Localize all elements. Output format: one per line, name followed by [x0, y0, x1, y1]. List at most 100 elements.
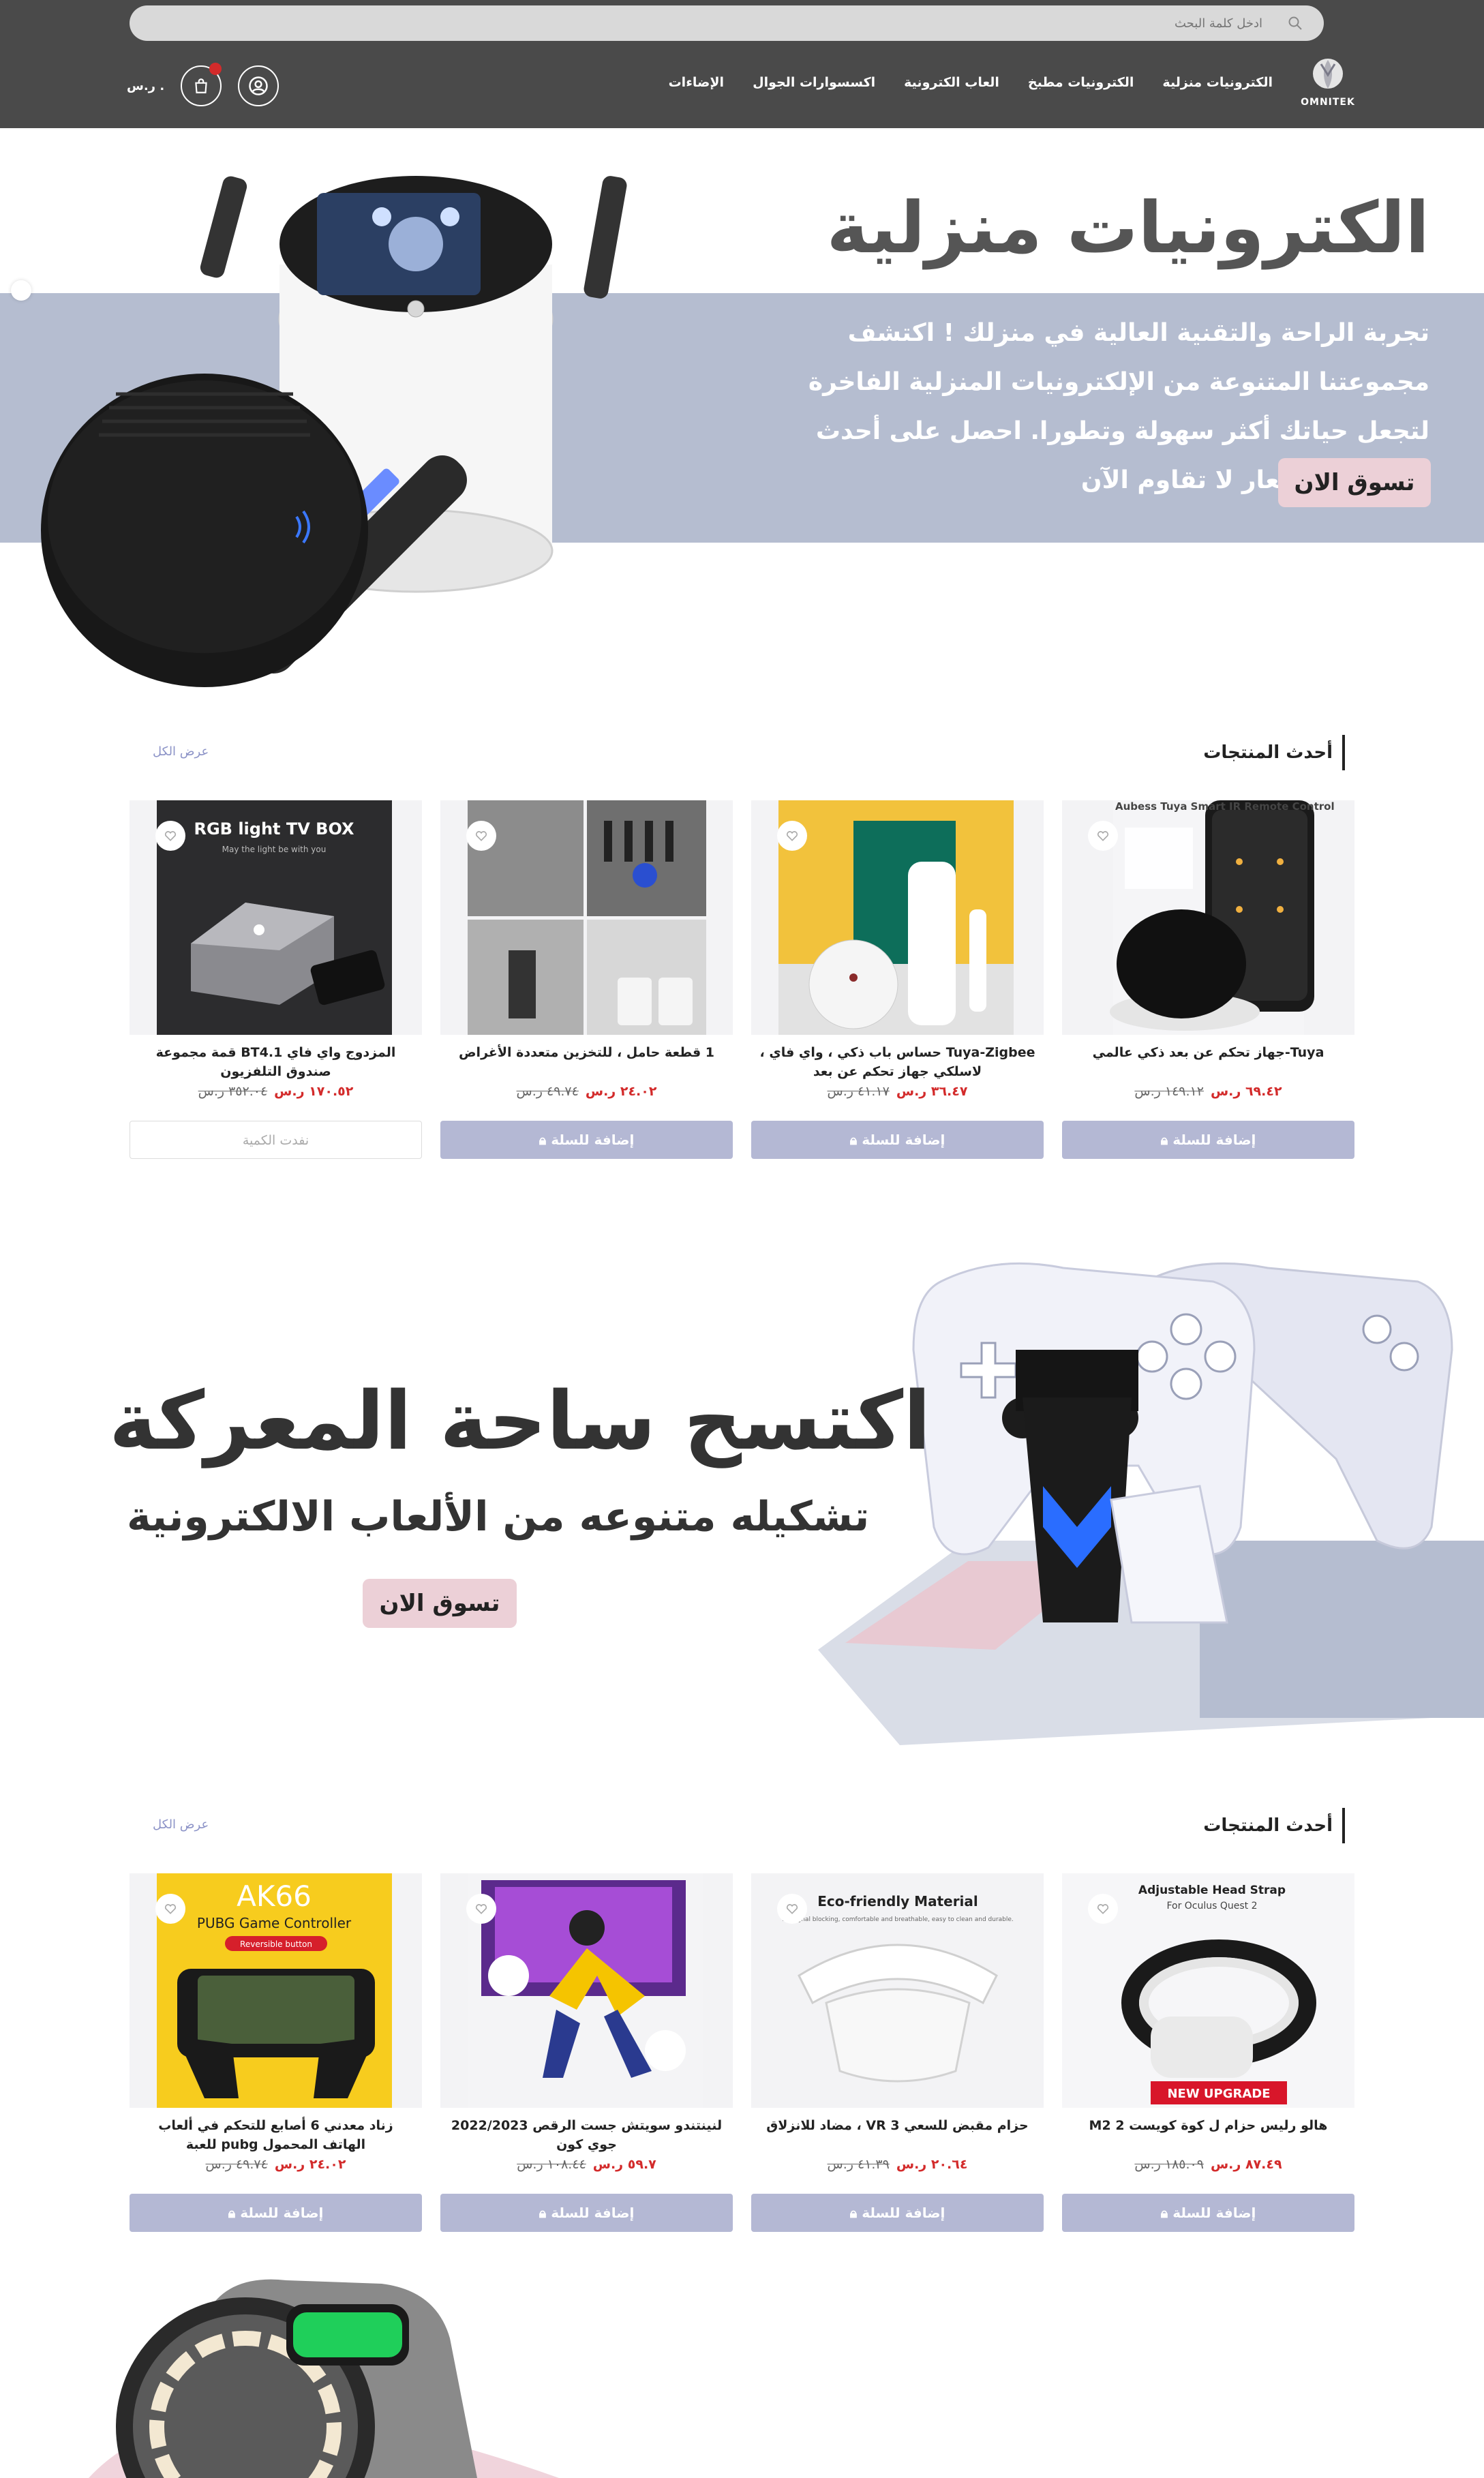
product-image[interactable]: AK66 PUBG Game Controller Reversible but…: [130, 1873, 422, 2108]
add-to-cart-button[interactable]: إضافة للسلة 🔒︎: [440, 1121, 733, 1159]
main-nav: الكترونيات منزلية الكترونيات مطبخ العاب …: [669, 75, 1273, 90]
product-prices: ٦٩.٤٢ ر.س ١٤٩.١٢ ر.س: [1062, 1084, 1354, 1111]
wishlist-heart-icon[interactable]: [1088, 821, 1118, 851]
product-image[interactable]: [751, 800, 1044, 1035]
wishlist-heart-icon[interactable]: [777, 1894, 807, 1924]
shop-now-button[interactable]: تسوق الان: [363, 1579, 517, 1628]
product-card[interactable]: 1 قطعة حامل ، للتخزين متعددة الأغراض ٢٤.…: [440, 800, 733, 1159]
hero-watch-charger-image: [89, 2279, 559, 2478]
wishlist-heart-icon[interactable]: [466, 1894, 496, 1924]
product-image[interactable]: Aubess Tuya Smart IR Remote Control: [1062, 800, 1354, 1035]
product-prices: ٨٧.٤٩ ر.س ١٨٥.٠٩ ر.س: [1062, 2157, 1354, 2184]
header-actions: ر.س .: [127, 63, 279, 106]
hero-controller-image: [818, 1262, 1484, 1745]
latest-products-section: أحدث المنتجات عرض الكل Aubess Tuya Smart…: [130, 735, 1354, 1171]
product-grid: Aubess Tuya Smart IR Remote Control Tuya…: [130, 800, 1354, 1159]
product-price: ٢٤.٠٢ ر.س: [585, 1084, 657, 1099]
product-price: ٨٧.٤٩ ر.س: [1210, 2157, 1282, 2172]
product-card[interactable]: Adjustable Head Strap For Oculus Quest 2…: [1062, 1873, 1354, 2232]
product-card[interactable]: RGB light TV BOX May the light be with y…: [130, 800, 422, 1159]
section-title: أحدث المنتجات: [1203, 735, 1345, 770]
product-image[interactable]: RGB light TV BOX May the light be with y…: [130, 800, 422, 1035]
product-grid: Adjustable Head Strap For Oculus Quest 2…: [130, 1873, 1354, 2232]
add-to-cart-label: إضافة للسلة: [1172, 1132, 1256, 1148]
product-image-caption: Aubess Tuya Smart IR Remote Control: [1115, 800, 1335, 813]
product-old-price: ٤١.١٧ ر.س: [827, 1084, 890, 1099]
expand-icon[interactable]: [11, 280, 31, 301]
product-image-badge: Reversible button: [240, 1939, 312, 1949]
latest-products-section-2: أحدث المنتجات عرض الكل Adjustable Head S…: [130, 1808, 1354, 2244]
add-to-cart-button[interactable]: إضافة للسلة 🔒︎: [1062, 2194, 1354, 2232]
add-to-cart-button[interactable]: إضافة للسلة 🔒︎: [130, 2194, 422, 2232]
product-image[interactable]: Eco-friendly Material No signal blocking…: [751, 1873, 1044, 2108]
product-card[interactable]: AK66 PUBG Game Controller Reversible but…: [130, 1873, 422, 2232]
page: OMNITEK الكترونيات منزلية الكترونيات مطب…: [0, 0, 1484, 2478]
hero-product-image: [41, 176, 627, 687]
product-image-subcaption: PUBG Game Controller: [197, 1915, 352, 1931]
product-name[interactable]: Tuya-جهاز تحكم عن بعد ذكي عالمي: [1062, 1043, 1354, 1084]
search-icon[interactable]: [1287, 15, 1303, 31]
product-name[interactable]: المزدوج واي فاي BT4.1 قمة مجموعة صندوق ا…: [130, 1043, 422, 1084]
add-to-cart-button[interactable]: إضافة للسلة 🔒︎: [751, 1121, 1044, 1159]
nav-games[interactable]: العاب الكترونية: [904, 75, 999, 90]
product-name[interactable]: 1 قطعة حامل ، للتخزين متعددة الأغراض: [440, 1043, 733, 1084]
nav-lighting[interactable]: الإضاءات: [669, 75, 724, 90]
add-to-cart-label: إضافة للسلة: [551, 1132, 635, 1148]
add-to-cart-button[interactable]: إضافة للسلة 🔒︎: [1062, 1121, 1354, 1159]
out-of-stock-button: نفدت الكمية: [130, 1121, 422, 1159]
product-old-price: ٤٩.٧٤ ر.س: [516, 1084, 579, 1099]
product-prices: ١٧٠.٥٢ ر.س ٣٥٢.٠٤ ر.س: [130, 1084, 422, 1111]
wishlist-heart-icon[interactable]: [777, 821, 807, 851]
product-price: ٣٦.٤٧ ر.س: [896, 1084, 968, 1099]
product-old-price: ٤٩.٧٤ ر.س: [205, 2157, 268, 2172]
view-all-link[interactable]: عرض الكل: [153, 1817, 209, 1832]
product-price: ١٧٠.٥٢ ر.س: [274, 1084, 354, 1099]
product-prices: ٣٦.٤٧ ر.س ٤١.١٧ ر.س: [751, 1084, 1044, 1111]
product-name[interactable]: هالو رليس حزام ل كوة كويست 2 M2: [1062, 2116, 1354, 2157]
product-price: ٥٩.٧ ر.س: [592, 2157, 656, 2172]
add-to-cart-label: إضافة للسلة: [862, 1132, 945, 1148]
wishlist-heart-icon[interactable]: [466, 821, 496, 851]
product-image[interactable]: Adjustable Head Strap For Oculus Quest 2…: [1062, 1873, 1354, 2108]
product-card[interactable]: Eco-friendly Material No signal blocking…: [751, 1873, 1044, 2232]
search-input[interactable]: [157, 11, 1262, 35]
view-all-link[interactable]: عرض الكل: [153, 744, 209, 759]
account-button[interactable]: [238, 65, 279, 106]
product-name[interactable]: زناد معدني 6 أصابع للتحكم في ألعاب الهات…: [130, 2116, 422, 2157]
product-old-price: ١٠٨.٤٤ ر.س: [517, 2157, 586, 2172]
currency-selector[interactable]: ر.س .: [127, 79, 164, 93]
logo-text: OMNITEK: [1301, 97, 1355, 108]
product-image[interactable]: [440, 800, 733, 1035]
product-card[interactable]: Aubess Tuya Smart IR Remote Control Tuya…: [1062, 800, 1354, 1159]
hero-accessories: [0, 2270, 1484, 2478]
product-prices: ٢٤.٠٢ ر.س ٤٩.٧٤ ر.س: [440, 1084, 733, 1111]
product-old-price: ٤١.٣٩ ر.س: [827, 2157, 890, 2172]
cart-button[interactable]: [181, 63, 222, 106]
logo[interactable]: OMNITEK: [1301, 55, 1355, 120]
nav-mobile-accessories[interactable]: اكسسوارات الجوال: [753, 75, 875, 90]
wishlist-heart-icon[interactable]: [1088, 1894, 1118, 1924]
product-image-caption: RGB light TV BOX: [194, 819, 354, 838]
hero-games: اكتسح ساحة المعركة تشكيله متنوعه من الأل…: [0, 1241, 1484, 1759]
search-bar[interactable]: [130, 5, 1324, 41]
wishlist-heart-icon[interactable]: [155, 821, 185, 851]
nav-kitchen-electronics[interactable]: الكترونيات مطبخ: [1028, 75, 1134, 90]
product-card[interactable]: Tuya-Zigbee حساس باب ذكي ، واي فاي ، لاس…: [751, 800, 1044, 1159]
add-to-cart-button[interactable]: إضافة للسلة 🔒︎: [440, 2194, 733, 2232]
product-prices: ٢٤.٠٢ ر.س ٤٩.٧٤ ر.س: [130, 2157, 422, 2184]
product-image[interactable]: [440, 1873, 733, 2108]
product-card[interactable]: لنينتندو سويتش جست الرقص 2022/2023 جوي ك…: [440, 1873, 733, 2232]
product-price: ٢٤.٠٢ ر.س: [274, 2157, 346, 2172]
product-image-caption: Eco-friendly Material: [817, 1893, 978, 1909]
product-name[interactable]: لنينتندو سويتش جست الرقص 2022/2023 جوي ك…: [440, 2116, 733, 2157]
user-icon: [249, 76, 268, 95]
shop-now-button[interactable]: تسوق الان: [1278, 458, 1431, 507]
nav-home-electronics[interactable]: الكترونيات منزلية: [1162, 75, 1273, 90]
product-price: ٦٩.٤٢ ر.س: [1210, 1084, 1282, 1099]
product-name[interactable]: حزام مقبض للسعي 3 VR ، مضاد للانزلاق: [751, 2116, 1044, 2157]
wishlist-heart-icon[interactable]: [155, 1894, 185, 1924]
add-to-cart-button[interactable]: إضافة للسلة 🔒︎: [751, 2194, 1044, 2232]
hero-title: اكتسح ساحة المعركة: [109, 1374, 931, 1468]
product-name[interactable]: Tuya-Zigbee حساس باب ذكي ، واي فاي ، لاس…: [751, 1043, 1044, 1084]
product-price: ٢٠.٦٤ ر.س: [896, 2157, 968, 2172]
